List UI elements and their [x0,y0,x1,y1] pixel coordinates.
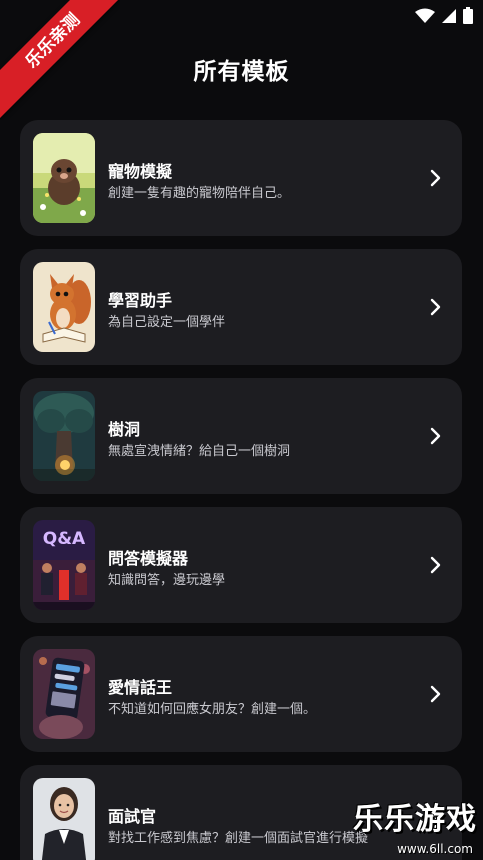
chevron-right-icon [430,169,441,187]
template-title: 面試官 [108,807,157,826]
template-description: 無處宣洩情緒？給自己一個樹洞 [108,444,291,459]
template-card-study[interactable]: 學習助手 為自己設定一個學伴 [20,249,462,365]
template-description: 對找工作感到焦慮？創建一個面試官進行模擬 [108,831,369,846]
qa-show-image: Q&A [33,520,95,610]
glowing-tree-hollow-image [33,391,95,481]
template-card-pet[interactable]: 寵物模擬 創建一隻有趣的寵物陪伴自己。 [20,120,462,236]
template-card-love-talk[interactable]: 愛情話王 不知道如何回應女朋友？創建一個。 [20,636,462,752]
battery-icon [463,7,473,24]
template-description: 創建一隻有趣的寵物陪伴自己。 [108,186,291,201]
chevron-right-icon [430,298,441,316]
status-bar [0,0,483,32]
template-title: 問答模擬器 [108,549,189,568]
template-description: 知識問答，邊玩邊學 [108,573,226,588]
template-title: 學習助手 [108,291,173,310]
qa-show-text: Q&A [43,529,86,549]
watermark-url: www.6ll.com [397,842,473,856]
cellular-signal-icon [442,8,456,23]
template-card-quiz[interactable]: Q&A 問答模擬器 知識問答，邊玩邊學 [20,507,462,623]
cute-mole-pet-image [33,133,95,223]
status-icons [415,7,473,24]
template-description: 不知道如何回應女朋友？創建一個。 [108,702,317,717]
screen: 所有模板 寵物模擬 創建一隻有趣的寵物陪伴自己。 學習助手 為自己設定一個學伴 … [0,0,483,860]
template-list: 寵物模擬 創建一隻有趣的寵物陪伴自己。 學習助手 為自己設定一個學伴 樹洞 無處… [20,120,462,860]
template-title: 寵物模擬 [108,162,173,181]
chevron-right-icon [430,685,441,703]
app-header: 所有模板 [0,40,483,96]
wifi-icon [415,8,435,23]
template-description: 為自己設定一個學伴 [108,315,226,330]
chevron-right-icon [430,556,441,574]
phone-chat-image [33,649,95,739]
template-title: 愛情話王 [108,678,173,697]
template-title: 樹洞 [108,420,141,439]
template-card-tree-hollow[interactable]: 樹洞 無處宣洩情緒？給自己一個樹洞 [20,378,462,494]
interviewer-portrait-image [33,778,95,860]
squirrel-reading-image [33,262,95,352]
chevron-right-icon [430,427,441,445]
page-title: 所有模板 [193,59,290,85]
watermark-brand: 乐乐游戏 [353,802,477,837]
